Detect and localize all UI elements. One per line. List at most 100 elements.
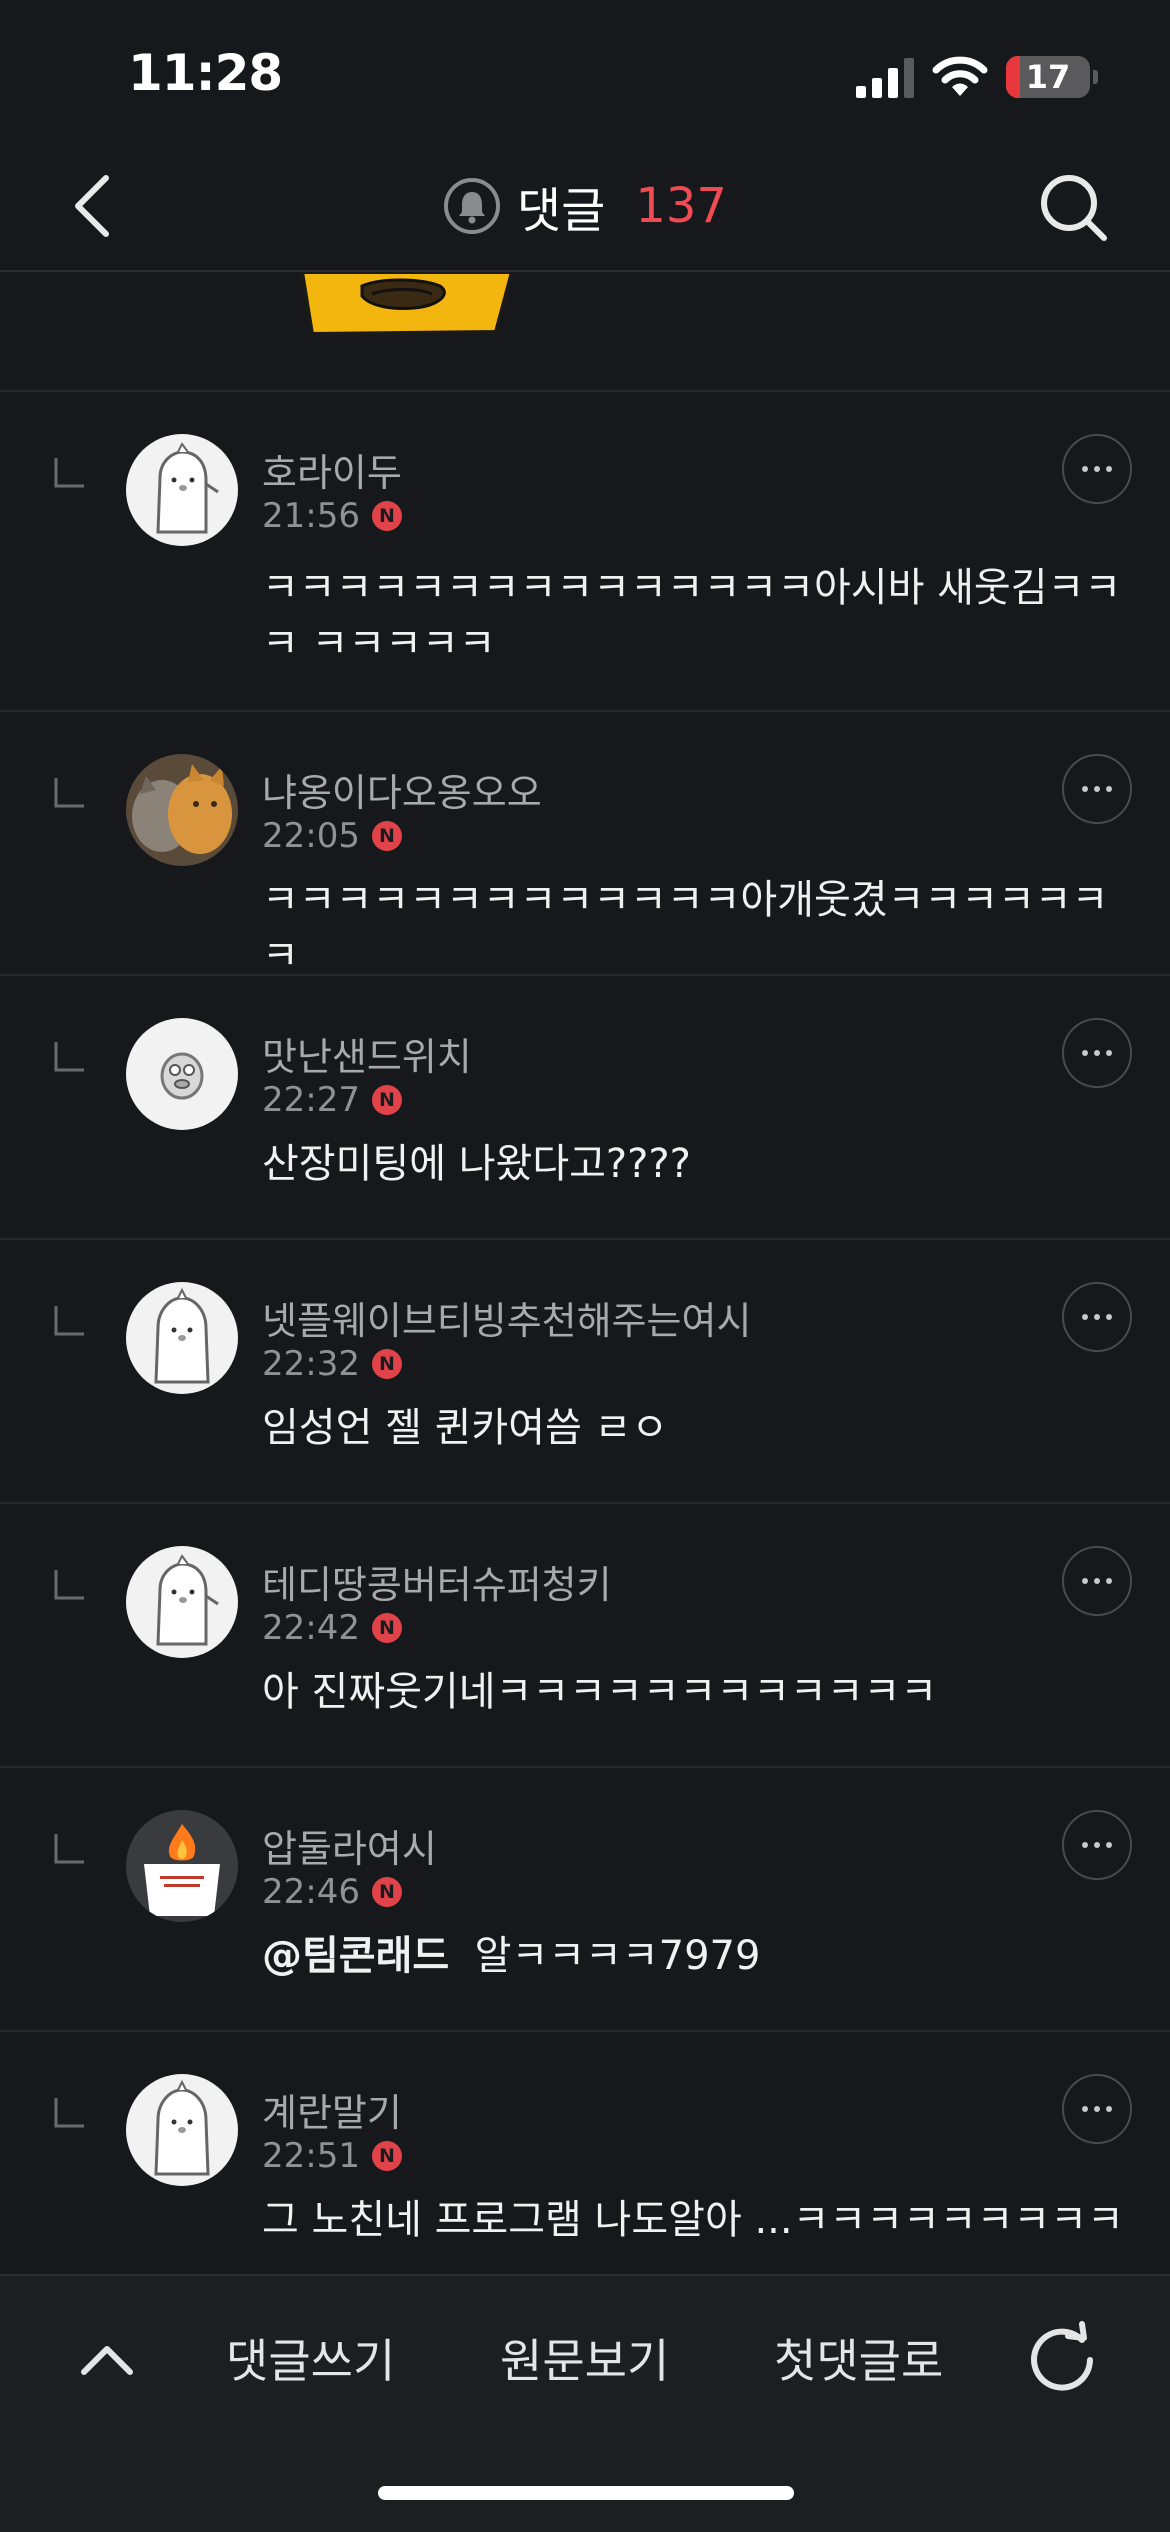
comment-item: 압둘라여시 22:46 N @팀콘래드 알ㅋㅋㅋㅋ7979 [0, 1768, 1170, 2032]
comment-text: 산장미팅에 나왔다고???? [262, 1141, 691, 1187]
comment-author[interactable]: 계란말기 [262, 2082, 402, 2137]
first-comment-button[interactable]: 첫댓글로 [774, 2326, 943, 2396]
new-badge: N [371, 501, 402, 531]
dot [1094, 1050, 1100, 1056]
write-comment-button[interactable]: 댓글쓰기 [226, 2326, 395, 2396]
cartoon-character-avatar [126, 434, 238, 546]
cat-photo-avatar [126, 754, 238, 866]
dot [1106, 1314, 1112, 1320]
fire-cup-avatar [126, 1810, 238, 1922]
comment-time: 22:27 [262, 1080, 360, 1120]
comment-meta: 21:56 N [262, 496, 402, 536]
comment-text: 아 진짜웃기네ㅋㅋㅋㅋㅋㅋㅋㅋㅋㅋㅋㅋ [262, 1669, 938, 1715]
mention[interactable]: @팀콘래드 [262, 1933, 449, 1979]
status-bar: 11:28 17 [0, 0, 1170, 140]
avatar[interactable] [126, 434, 238, 546]
dot [1094, 2106, 1100, 2112]
reply-indent-icon [54, 1306, 84, 1336]
dot [1094, 786, 1100, 792]
dot [1106, 1842, 1112, 1848]
page-title: 댓글 [517, 183, 606, 239]
comment-author[interactable]: 호라이두 [262, 442, 402, 497]
comment-author[interactable]: 테디땅콩버터슈퍼청키 [262, 1554, 612, 1609]
new-badge: N [371, 821, 402, 851]
comment-meta: 22:46 N [262, 1872, 402, 1912]
reply-indent-icon [54, 1042, 84, 1072]
comment-author[interactable]: 냐옹이다오옹오오 [262, 762, 542, 817]
reply-indent-icon [54, 778, 84, 808]
chevron-up-icon[interactable] [72, 2326, 142, 2396]
new-badge: N [371, 1085, 402, 1115]
dot [1082, 466, 1088, 472]
dot [1082, 1050, 1088, 1056]
dot [1082, 2106, 1088, 2112]
dot [1082, 786, 1088, 792]
dot [1106, 466, 1112, 472]
header-title-group: 댓글 137 [0, 140, 1170, 272]
dot [1106, 1578, 1112, 1584]
comment-author[interactable]: 압둘라여시 [262, 1818, 437, 1873]
more-options-button[interactable] [1062, 1018, 1132, 1088]
cellular-signal-icon [856, 58, 914, 98]
comment-meta: 22:42 N [262, 1608, 402, 1648]
reply-indent-icon [54, 458, 84, 488]
search-icon[interactable] [1036, 170, 1112, 246]
comment-item: 계란말기 22:51 N 그 노친네 프로그램 나도알아 ...ㅋㅋㅋㅋㅋㅋㅋㅋ… [0, 2032, 1170, 2282]
new-badge: N [371, 1877, 402, 1907]
partial-illustration [299, 272, 515, 337]
cartoon-character-avatar [126, 1282, 238, 1394]
comment-body: 알ㅋㅋㅋㅋ7979 [474, 1933, 761, 1979]
dot [1094, 1314, 1100, 1320]
comment-time: 22:05 [262, 816, 360, 856]
comments-screen: 11:28 17 댓글 137 호라이두 21:56 N ㅋㅋㅋㅋㅋㅋㅋㅋㅋㅋㅋ… [0, 0, 1170, 2532]
dot [1082, 1842, 1088, 1848]
cartoon-character-avatar [126, 2074, 238, 2186]
comment-meta: 22:27 N [262, 1080, 402, 1120]
avatar[interactable] [126, 754, 238, 866]
comment-meta: 22:51 N [262, 2136, 402, 2176]
avatar[interactable] [126, 1546, 238, 1658]
sandwich-character-avatar [126, 1018, 238, 1130]
more-options-button[interactable] [1062, 1282, 1132, 1352]
avatar[interactable] [126, 2074, 238, 2186]
reply-indent-icon [54, 2098, 84, 2128]
comment-item: 냐옹이다오옹오오 22:05 N ㅋㅋㅋㅋㅋㅋㅋㅋㅋㅋㅋㅋㅋ아개웃겼ㅋㅋㅋㅋㅋㅋ… [0, 712, 1170, 979]
battery-level-text: 17 [1025, 58, 1071, 96]
dot [1106, 786, 1112, 792]
reply-indent-icon [54, 1570, 84, 1600]
back-arrow-icon[interactable] [56, 166, 136, 246]
refresh-icon[interactable] [1024, 2320, 1100, 2396]
dot [1082, 1314, 1088, 1320]
more-options-button[interactable] [1062, 1546, 1132, 1616]
comment-author[interactable]: 넷플웨이브티빙추천해주는여시 [262, 1290, 751, 1345]
dot [1094, 1842, 1100, 1848]
avatar[interactable] [126, 1810, 238, 1922]
more-options-button[interactable] [1062, 1810, 1132, 1880]
more-options-button[interactable] [1062, 2074, 1132, 2144]
comment-count: 137 [635, 178, 727, 234]
comment-item: 맛난샌드위치 22:27 N 산장미팅에 나왔다고???? [0, 976, 1170, 1240]
dot [1106, 1050, 1112, 1056]
battery-nub [1093, 70, 1098, 84]
cartoon-character-avatar [126, 1546, 238, 1658]
avatar[interactable] [126, 1282, 238, 1394]
comment-item: 호라이두 21:56 N ㅋㅋㅋㅋㅋㅋㅋㅋㅋㅋㅋㅋㅋㅋㅋ아시바 새웃김ㅋㅋㅋ ㅋ… [0, 392, 1170, 712]
comment-author[interactable]: 맛난샌드위치 [262, 1026, 472, 1081]
new-badge: N [371, 1349, 402, 1379]
reply-indent-icon [54, 1834, 84, 1864]
comment-item: 테디땅콩버터슈퍼청키 22:42 N 아 진짜웃기네ㅋㅋㅋㅋㅋㅋㅋㅋㅋㅋㅋㅋ [0, 1504, 1170, 1768]
new-badge: N [371, 2141, 402, 2171]
dot [1094, 1578, 1100, 1584]
comment-text: @팀콘래드 알ㅋㅋㅋㅋ7979 [262, 1928, 1122, 1984]
status-time: 11:28 [128, 44, 283, 102]
comment-time: 22:46 [262, 1872, 360, 1912]
comment-meta: 22:05 N [262, 816, 402, 856]
more-options-button[interactable] [1062, 754, 1132, 824]
battery-indicator: 17 [1006, 56, 1090, 98]
view-original-button[interactable]: 원문보기 [500, 2326, 669, 2396]
avatar[interactable] [126, 1018, 238, 1130]
more-options-button[interactable] [1062, 434, 1132, 504]
notification-bell-icon[interactable] [443, 177, 501, 235]
comment-time: 22:42 [262, 1608, 360, 1648]
comment-list: 호라이두 21:56 N ㅋㅋㅋㅋㅋㅋㅋㅋㅋㅋㅋㅋㅋㅋㅋ아시바 새웃김ㅋㅋㅋ ㅋ… [0, 392, 1170, 2282]
